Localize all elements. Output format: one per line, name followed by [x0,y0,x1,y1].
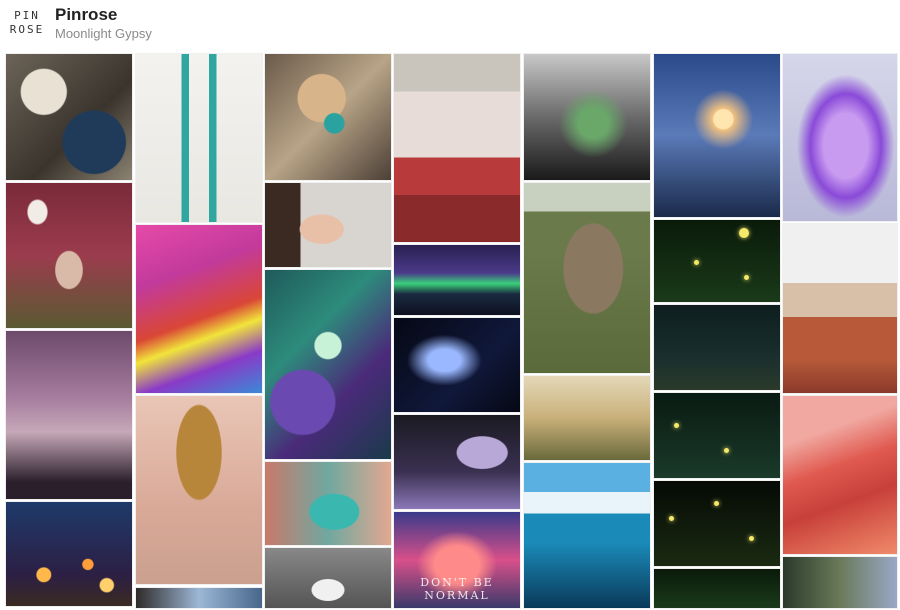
pin-tile-woman-cave[interactable] [6,54,132,180]
pin-tile-fireflies-3[interactable] [654,481,780,566]
pin-tile-sand-dunes[interactable] [783,396,897,554]
pin-tile-caption: DON'T BE NORMAL [420,576,494,602]
pin-tile-forest-night[interactable] [654,305,780,390]
pin-tile-colorful-painting[interactable] [136,225,262,393]
pin-tile-turquoise-rings[interactable] [265,54,391,180]
pin-tile-wheat-field[interactable] [524,376,650,460]
pin-tile-smoky-forest[interactable] [524,54,650,180]
pin-tile-earrings[interactable] [136,54,262,222]
pin-tile-aurora[interactable] [394,245,520,315]
pin-tile-fireflies-2[interactable] [654,393,780,478]
pin-tile-blurry-green[interactable] [783,557,897,608]
pin-tile-daisy-hair[interactable] [524,183,650,373]
pin-tile-dandelion-girl[interactable] [265,183,391,267]
pin-tile-glitter-eye[interactable] [136,396,262,584]
pin-tile-crystals[interactable] [265,270,391,459]
pin-tile-feathers-woman[interactable] [6,183,132,328]
pin-tile-sky-strip[interactable] [136,588,262,608]
pin-tile-blue-light[interactable] [394,318,520,412]
pin-tile-fireflies-4[interactable] [654,569,780,608]
pin-grid: DON'T BE NORMAL [0,0,900,610]
pin-tile-vintage-woman[interactable] [265,548,391,608]
pin-tile-purple-crystal[interactable] [394,415,520,509]
pin-tile-palm-sunset[interactable] [6,331,132,499]
pin-tile-boho-tent[interactable] [394,54,520,242]
pin-tile-lanterns[interactable] [6,502,132,606]
pin-tile-red-rocks[interactable] [783,224,897,393]
pin-tile-purple-smoke[interactable] [783,54,897,221]
pin-tile-blowing-powder[interactable] [265,462,391,545]
pin-tile-fireflies-1[interactable] [654,220,780,302]
pin-tile-dont-be-normal[interactable]: DON'T BE NORMAL [394,512,520,608]
pin-tile-silhouettes[interactable] [654,54,780,217]
pin-tile-iceberg[interactable] [524,463,650,608]
